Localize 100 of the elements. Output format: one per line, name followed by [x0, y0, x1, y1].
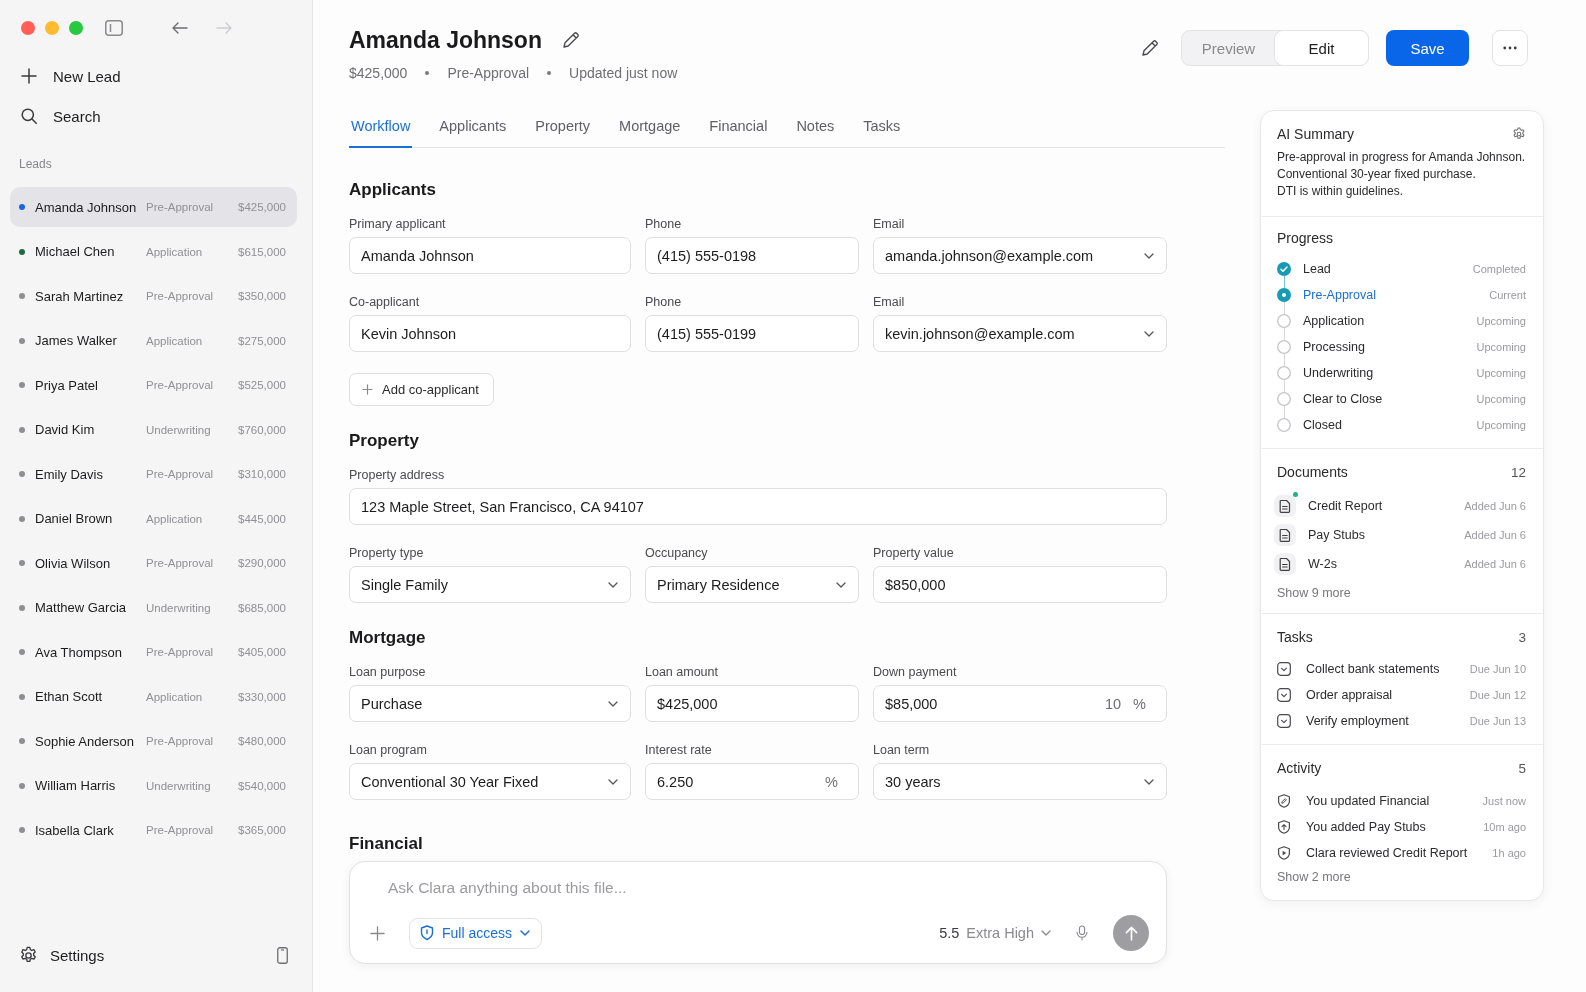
lead-item[interactable]: Emily Davis Pre-Approval $310,000	[10, 454, 297, 494]
new-lead-button[interactable]: New Lead	[0, 56, 131, 96]
text-field[interactable]: (415) 555-0198	[645, 237, 859, 274]
section-heading: Applicants	[349, 179, 437, 201]
item-count: 5	[1518, 760, 1526, 776]
panel-heading: Activity	[1277, 760, 1322, 776]
chevron-down-icon	[836, 581, 846, 588]
pencil-icon[interactable]	[1141, 39, 1159, 57]
field-label: Primary applicant	[349, 216, 446, 232]
lead-item[interactable]: Isabella Clark Pre-Approval $365,000	[10, 810, 297, 850]
view-mode-tab[interactable]: Edit	[1275, 31, 1368, 65]
lead-item[interactable]: James Walker Application $275,000	[10, 320, 297, 361]
task-due: Due Jun 13	[1469, 715, 1526, 727]
dropdown-field[interactable]: amanda.johnson@example.com	[873, 237, 1167, 274]
back-arrow-icon[interactable]	[172, 22, 188, 34]
task-icon[interactable]	[1277, 688, 1291, 702]
text-field[interactable]: $85,000 10 %	[873, 685, 1167, 722]
gear-icon[interactable]	[1512, 127, 1526, 141]
lead-item[interactable]: Ethan Scott Application $330,000	[10, 676, 297, 717]
tab[interactable]: Financial	[707, 108, 770, 148]
show-more-link[interactable]: Show 9 more	[1277, 584, 1351, 602]
lead-amount: $350,000	[238, 290, 286, 302]
lead-amount: $760,000	[238, 423, 286, 436]
dropdown-field[interactable]: Single Family	[349, 566, 631, 603]
lead-name: Sarah Martinez	[35, 288, 125, 304]
summary-text: Pre-approval in progress for Amanda Johnson. Conventional 30-year fixed purchase. DTI is within guidelines.	[1277, 149, 1526, 200]
lead-item[interactable]: Sophie Anderson Pre-Approval $480,000	[10, 721, 297, 761]
chat-input[interactable]: Ask Clara anything about this file...	[388, 874, 1088, 902]
sidebar-toggle-icon[interactable]	[105, 20, 123, 36]
tab[interactable]: Applicants	[437, 108, 509, 148]
dropdown-field[interactable]: Conventional 30 Year Fixed	[349, 763, 631, 800]
text-field[interactable]: 123 Maple Street, San Francisco, CA 94107	[349, 488, 1167, 525]
text-field[interactable]: $850,000	[873, 566, 1167, 603]
lead-stage: Application	[145, 334, 204, 347]
lead-item[interactable]: Matthew Garcia Underwriting $685,000	[10, 587, 297, 628]
document-name[interactable]: W-2s	[1308, 556, 1465, 571]
document-name[interactable]: Pay Stubs	[1308, 527, 1465, 542]
lead-amount: $365,000	[238, 824, 286, 836]
add-co-applicant-button[interactable]: Add co-applicant	[349, 373, 494, 406]
tab[interactable]: Tasks	[861, 108, 903, 148]
phone-icon[interactable]	[277, 946, 288, 964]
step-status: Upcoming	[1476, 419, 1526, 431]
item-count: 3	[1518, 629, 1526, 645]
task-icon[interactable]	[1277, 662, 1291, 676]
text-field[interactable]: Amanda Johnson	[349, 237, 631, 274]
lead-item[interactable]: Amanda Johnson Pre-Approval $425,000	[10, 187, 297, 227]
settings-button[interactable]: Settings	[19, 945, 105, 965]
unit-label: %	[1133, 695, 1146, 712]
arrow-up-icon	[1124, 925, 1138, 941]
send-button[interactable]	[1113, 915, 1149, 951]
model-dropdown[interactable]: 5.5 Extra High	[939, 925, 1051, 941]
panel-heading: AI Summary	[1277, 126, 1354, 142]
shield-arrow-icon	[1277, 820, 1291, 834]
tab[interactable]: Mortgage	[617, 108, 683, 148]
text-field[interactable]: (415) 555-0199	[645, 315, 859, 352]
tab[interactable]: Workflow	[349, 108, 413, 148]
meta-text: Updated just now	[569, 65, 678, 81]
shield-icon	[420, 925, 434, 941]
maximize-window-icon[interactable]	[69, 21, 83, 35]
lead-item[interactable]: Priya Patel Pre-Approval $525,000	[10, 365, 297, 405]
pencil-icon[interactable]	[561, 31, 580, 49]
lead-stage: Pre-Approval	[145, 735, 215, 747]
dropdown-field[interactable]: kevin.johnson@example.com	[873, 315, 1167, 352]
lead-item[interactable]: Daniel Brown Application $445,000	[10, 498, 297, 539]
dropdown-field[interactable]: 30 years	[873, 763, 1167, 800]
lead-name: Matthew Garcia	[35, 600, 128, 615]
save-button[interactable]: Save	[1386, 30, 1469, 66]
lead-amount: $540,000	[238, 779, 286, 792]
tab[interactable]: Notes	[794, 108, 837, 148]
lead-item[interactable]: Olivia Wilson Pre-Approval $290,000	[10, 543, 297, 583]
show-more-link[interactable]: Show 2 more	[1277, 868, 1351, 886]
tab[interactable]: Property	[533, 108, 593, 148]
lead-name: Michael Chen	[35, 244, 116, 259]
document-name[interactable]: Credit Report	[1308, 498, 1465, 513]
lead-item[interactable]: Sarah Martinez Pre-Approval $350,000	[10, 276, 297, 316]
step-label: Lead	[1303, 262, 1332, 276]
search-button[interactable]: Search	[0, 96, 111, 136]
lead-item[interactable]: Michael Chen Application $615,000	[10, 231, 297, 272]
access-dropdown[interactable]: Full access	[409, 917, 543, 949]
lead-item[interactable]: William Harris Underwriting $540,000	[10, 765, 297, 806]
close-window-icon[interactable]	[21, 21, 35, 35]
text-field[interactable]: Kevin Johnson	[349, 315, 631, 352]
plus-icon[interactable]	[370, 925, 385, 941]
section-heading: Mortgage	[349, 627, 427, 649]
text-field[interactable]: 6.250 %	[645, 763, 859, 800]
activity-time: 1h ago	[1492, 847, 1526, 859]
dropdown-field[interactable]: Primary Residence	[645, 566, 859, 603]
lead-stage: Pre-Approval	[145, 824, 215, 836]
task-icon[interactable]	[1277, 714, 1291, 728]
lead-item[interactable]: David Kim Underwriting $760,000	[10, 409, 297, 450]
microphone-icon[interactable]	[1076, 925, 1088, 941]
lead-item[interactable]: Ava Thompson Pre-Approval $405,000	[10, 632, 297, 672]
item-count: 12	[1510, 464, 1526, 480]
task-due: Due Jun 10	[1469, 663, 1526, 675]
section-heading: Financial	[349, 834, 424, 854]
search-icon	[21, 108, 37, 124]
dropdown-field[interactable]: Purchase	[349, 685, 631, 722]
text-field[interactable]: $425,000	[645, 685, 859, 722]
lead-stage: Application	[145, 690, 204, 703]
lead-name: Isabella Clark	[35, 822, 115, 838]
